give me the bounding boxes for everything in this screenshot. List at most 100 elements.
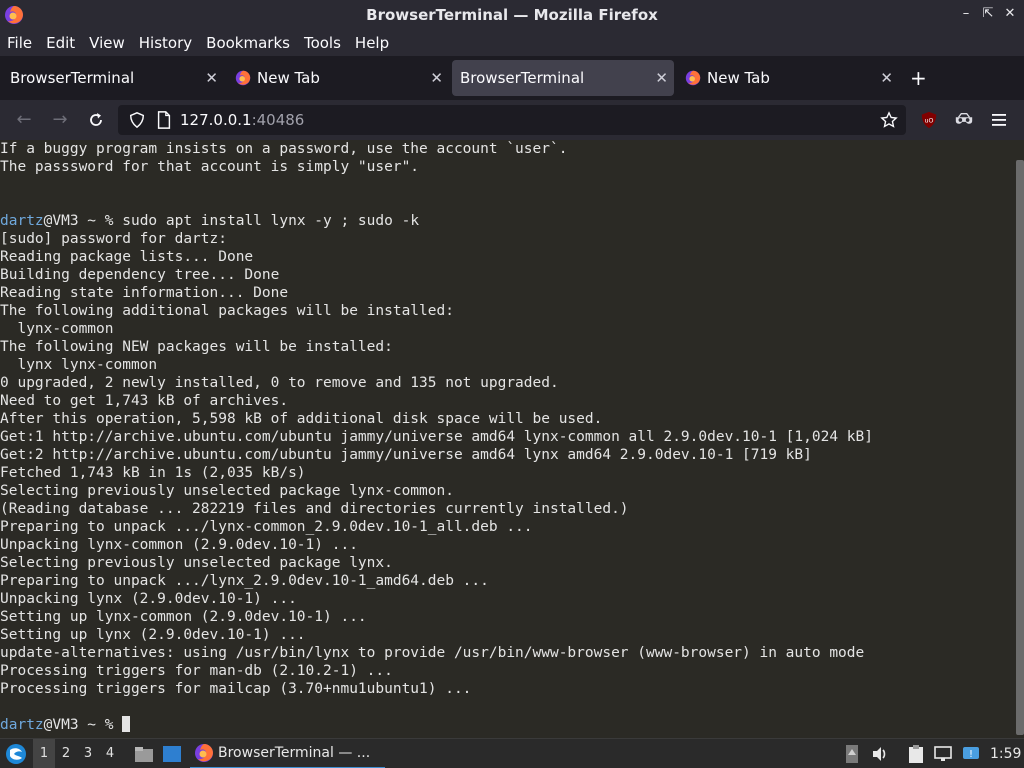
firefox-icon bbox=[5, 6, 23, 24]
terminal-line: The following NEW packages will be insta… bbox=[0, 339, 393, 355]
terminal-line: Unpacking lynx-common (2.9.0dev.10-1) ..… bbox=[0, 537, 358, 553]
terminal-line: [sudo] password for dartz: bbox=[0, 231, 227, 247]
bookmark-star-icon[interactable] bbox=[880, 111, 898, 129]
terminal-line: (Reading database ... 282219 files and d… bbox=[0, 501, 629, 517]
tab-close-icon[interactable]: ✕ bbox=[880, 69, 893, 87]
workspace-4[interactable]: 4 bbox=[99, 739, 121, 768]
window-title: BrowserTerminal — Mozilla Firefox bbox=[366, 6, 658, 24]
close-icon[interactable]: ✕ bbox=[1002, 6, 1018, 22]
maximize-icon[interactable]: ⇱ bbox=[980, 6, 996, 22]
terminal-line: Setting up lynx (2.9.0dev.10-1) ... bbox=[0, 627, 306, 643]
menu-bar: File Edit View History Bookmarks Tools H… bbox=[0, 30, 1024, 56]
shield-icon[interactable] bbox=[128, 111, 146, 129]
network-icon[interactable] bbox=[933, 745, 953, 763]
page-icon[interactable] bbox=[156, 111, 172, 129]
firefox-icon bbox=[685, 70, 701, 86]
terminal-line: Reading state information... Done bbox=[0, 285, 289, 301]
terminal-line: The passsword for that account is simply… bbox=[0, 159, 420, 175]
tab-close-icon[interactable]: ✕ bbox=[655, 69, 668, 87]
ublock-origin-icon[interactable]: uO bbox=[920, 111, 938, 129]
tab-label: New Tab bbox=[707, 69, 770, 87]
forward-icon[interactable]: → bbox=[50, 110, 70, 130]
terminal-line: dartz@VM3 ~ % bbox=[0, 716, 1015, 734]
terminal-output: If a buggy program insists on a password… bbox=[0, 140, 1015, 734]
tab-browserterminal-2[interactable]: BrowserTerminal ✕ bbox=[452, 60, 674, 96]
clipboard-icon[interactable] bbox=[906, 744, 926, 764]
arrow-up-tray-icon[interactable] bbox=[845, 744, 859, 764]
new-tab-button[interactable]: + bbox=[910, 66, 927, 90]
address-bar[interactable]: 127.0.0.1:40486 bbox=[118, 105, 906, 135]
tab-bar: BrowserTerminal ✕ New Tab ✕ BrowserTermi… bbox=[0, 58, 1024, 98]
tab-close-icon[interactable]: ✕ bbox=[205, 69, 218, 87]
notification-icon[interactable]: ! bbox=[961, 744, 981, 764]
prompt-username: dartz bbox=[0, 717, 44, 733]
terminal-line: 0 upgraded, 2 newly installed, 0 to remo… bbox=[0, 375, 559, 391]
terminal-line: dartz@VM3 ~ % sudo apt install lynx -y ;… bbox=[0, 212, 1015, 230]
tab-label: New Tab bbox=[257, 69, 320, 87]
terminal-line: Unpacking lynx (2.9.0dev.10-1) ... bbox=[0, 591, 297, 607]
tab-new-tab-1[interactable]: New Tab ✕ bbox=[227, 60, 449, 96]
tab-new-tab-2[interactable]: New Tab ✕ bbox=[677, 60, 899, 96]
terminal-line: Need to get 1,743 kB of archives. bbox=[0, 393, 289, 409]
taskbar: 1 2 3 4 BrowserTerminal — ... ! 1:59 bbox=[0, 738, 1024, 768]
terminal-viewport[interactable]: If a buggy program insists on a password… bbox=[0, 140, 1024, 738]
url-port: :40486 bbox=[251, 111, 305, 129]
url-text[interactable]: 127.0.0.1:40486 bbox=[180, 111, 304, 129]
url-host: 127.0.0.1 bbox=[180, 111, 252, 129]
menu-bookmarks[interactable]: Bookmarks bbox=[206, 34, 290, 52]
tab-label: BrowserTerminal bbox=[460, 69, 585, 87]
volume-icon[interactable] bbox=[871, 745, 889, 763]
start-menu-icon[interactable] bbox=[4, 742, 28, 766]
workspace-2[interactable]: 2 bbox=[55, 739, 77, 768]
terminal-cursor bbox=[122, 716, 131, 732]
terminal-line: If a buggy program insists on a password… bbox=[0, 141, 568, 157]
menu-file[interactable]: File bbox=[7, 34, 32, 52]
prompt-host: @VM3 ~ % bbox=[43, 213, 123, 229]
tab-close-icon[interactable]: ✕ bbox=[430, 69, 443, 87]
terminal-line: After this operation, 5,598 kB of additi… bbox=[0, 411, 603, 427]
menu-view[interactable]: View bbox=[89, 34, 125, 52]
terminal-line: Fetched 1,743 kB in 1s (2,035 kB/s) bbox=[0, 465, 306, 481]
taskbar-window-browserterminal[interactable]: BrowserTerminal — ... bbox=[190, 739, 385, 768]
prompt-host: @VM3 ~ % bbox=[43, 717, 123, 733]
terminal-line: Preparing to unpack .../lynx_2.9.0dev.10… bbox=[0, 573, 489, 589]
terminal-line: Selecting previously unselected package … bbox=[0, 555, 393, 571]
minimize-icon[interactable]: – bbox=[958, 6, 974, 22]
desktop-icon[interactable] bbox=[162, 745, 182, 763]
terminal-line: The following additional packages will b… bbox=[0, 303, 454, 319]
terminal-line: Reading package lists... Done bbox=[0, 249, 254, 265]
menu-help[interactable]: Help bbox=[355, 34, 389, 52]
back-icon[interactable]: ← bbox=[14, 110, 34, 130]
window-controls: – ⇱ ✕ bbox=[958, 6, 1018, 22]
extension-mask-icon[interactable] bbox=[954, 111, 974, 129]
command-text: sudo apt install lynx -y ; sudo -k bbox=[122, 213, 420, 229]
firefox-icon bbox=[235, 70, 251, 86]
workspace-1[interactable]: 1 bbox=[33, 739, 55, 768]
terminal-line: update-alternatives: using /usr/bin/lynx… bbox=[0, 645, 865, 661]
terminal-scrollbar[interactable] bbox=[1016, 160, 1024, 735]
clock[interactable]: 1:59 bbox=[990, 739, 1021, 768]
navigation-toolbar: ← → 127.0.0.1:40486 uO bbox=[0, 100, 1024, 140]
file-manager-icon[interactable] bbox=[134, 745, 154, 763]
taskbar-window-label: BrowserTerminal — ... bbox=[218, 745, 371, 761]
reload-icon[interactable] bbox=[86, 110, 106, 130]
terminal-line: Get:1 http://archive.ubuntu.com/ubuntu j… bbox=[0, 429, 873, 445]
hamburger-menu-icon[interactable] bbox=[991, 112, 1007, 128]
prompt-username: dartz bbox=[0, 213, 44, 229]
menu-edit[interactable]: Edit bbox=[46, 34, 75, 52]
terminal-line: Building dependency tree... Done bbox=[0, 267, 280, 283]
window-titlebar[interactable]: BrowserTerminal — Mozilla Firefox – ⇱ ✕ bbox=[0, 0, 1024, 30]
workspace-3[interactable]: 3 bbox=[77, 739, 99, 768]
tab-label: BrowserTerminal bbox=[10, 69, 135, 87]
tab-browserterminal-1[interactable]: BrowserTerminal ✕ bbox=[2, 60, 224, 96]
menu-tools[interactable]: Tools bbox=[304, 34, 341, 52]
terminal-line: Processing triggers for man-db (2.10.2-1… bbox=[0, 663, 393, 679]
workspace-switcher: 1 2 3 4 bbox=[33, 739, 121, 768]
svg-text:uO: uO bbox=[925, 118, 934, 125]
firefox-icon bbox=[195, 744, 213, 762]
menu-history[interactable]: History bbox=[139, 34, 192, 52]
terminal-line: lynx lynx-common bbox=[0, 357, 158, 373]
terminal-line: Get:2 http://archive.ubuntu.com/ubuntu j… bbox=[0, 447, 812, 463]
